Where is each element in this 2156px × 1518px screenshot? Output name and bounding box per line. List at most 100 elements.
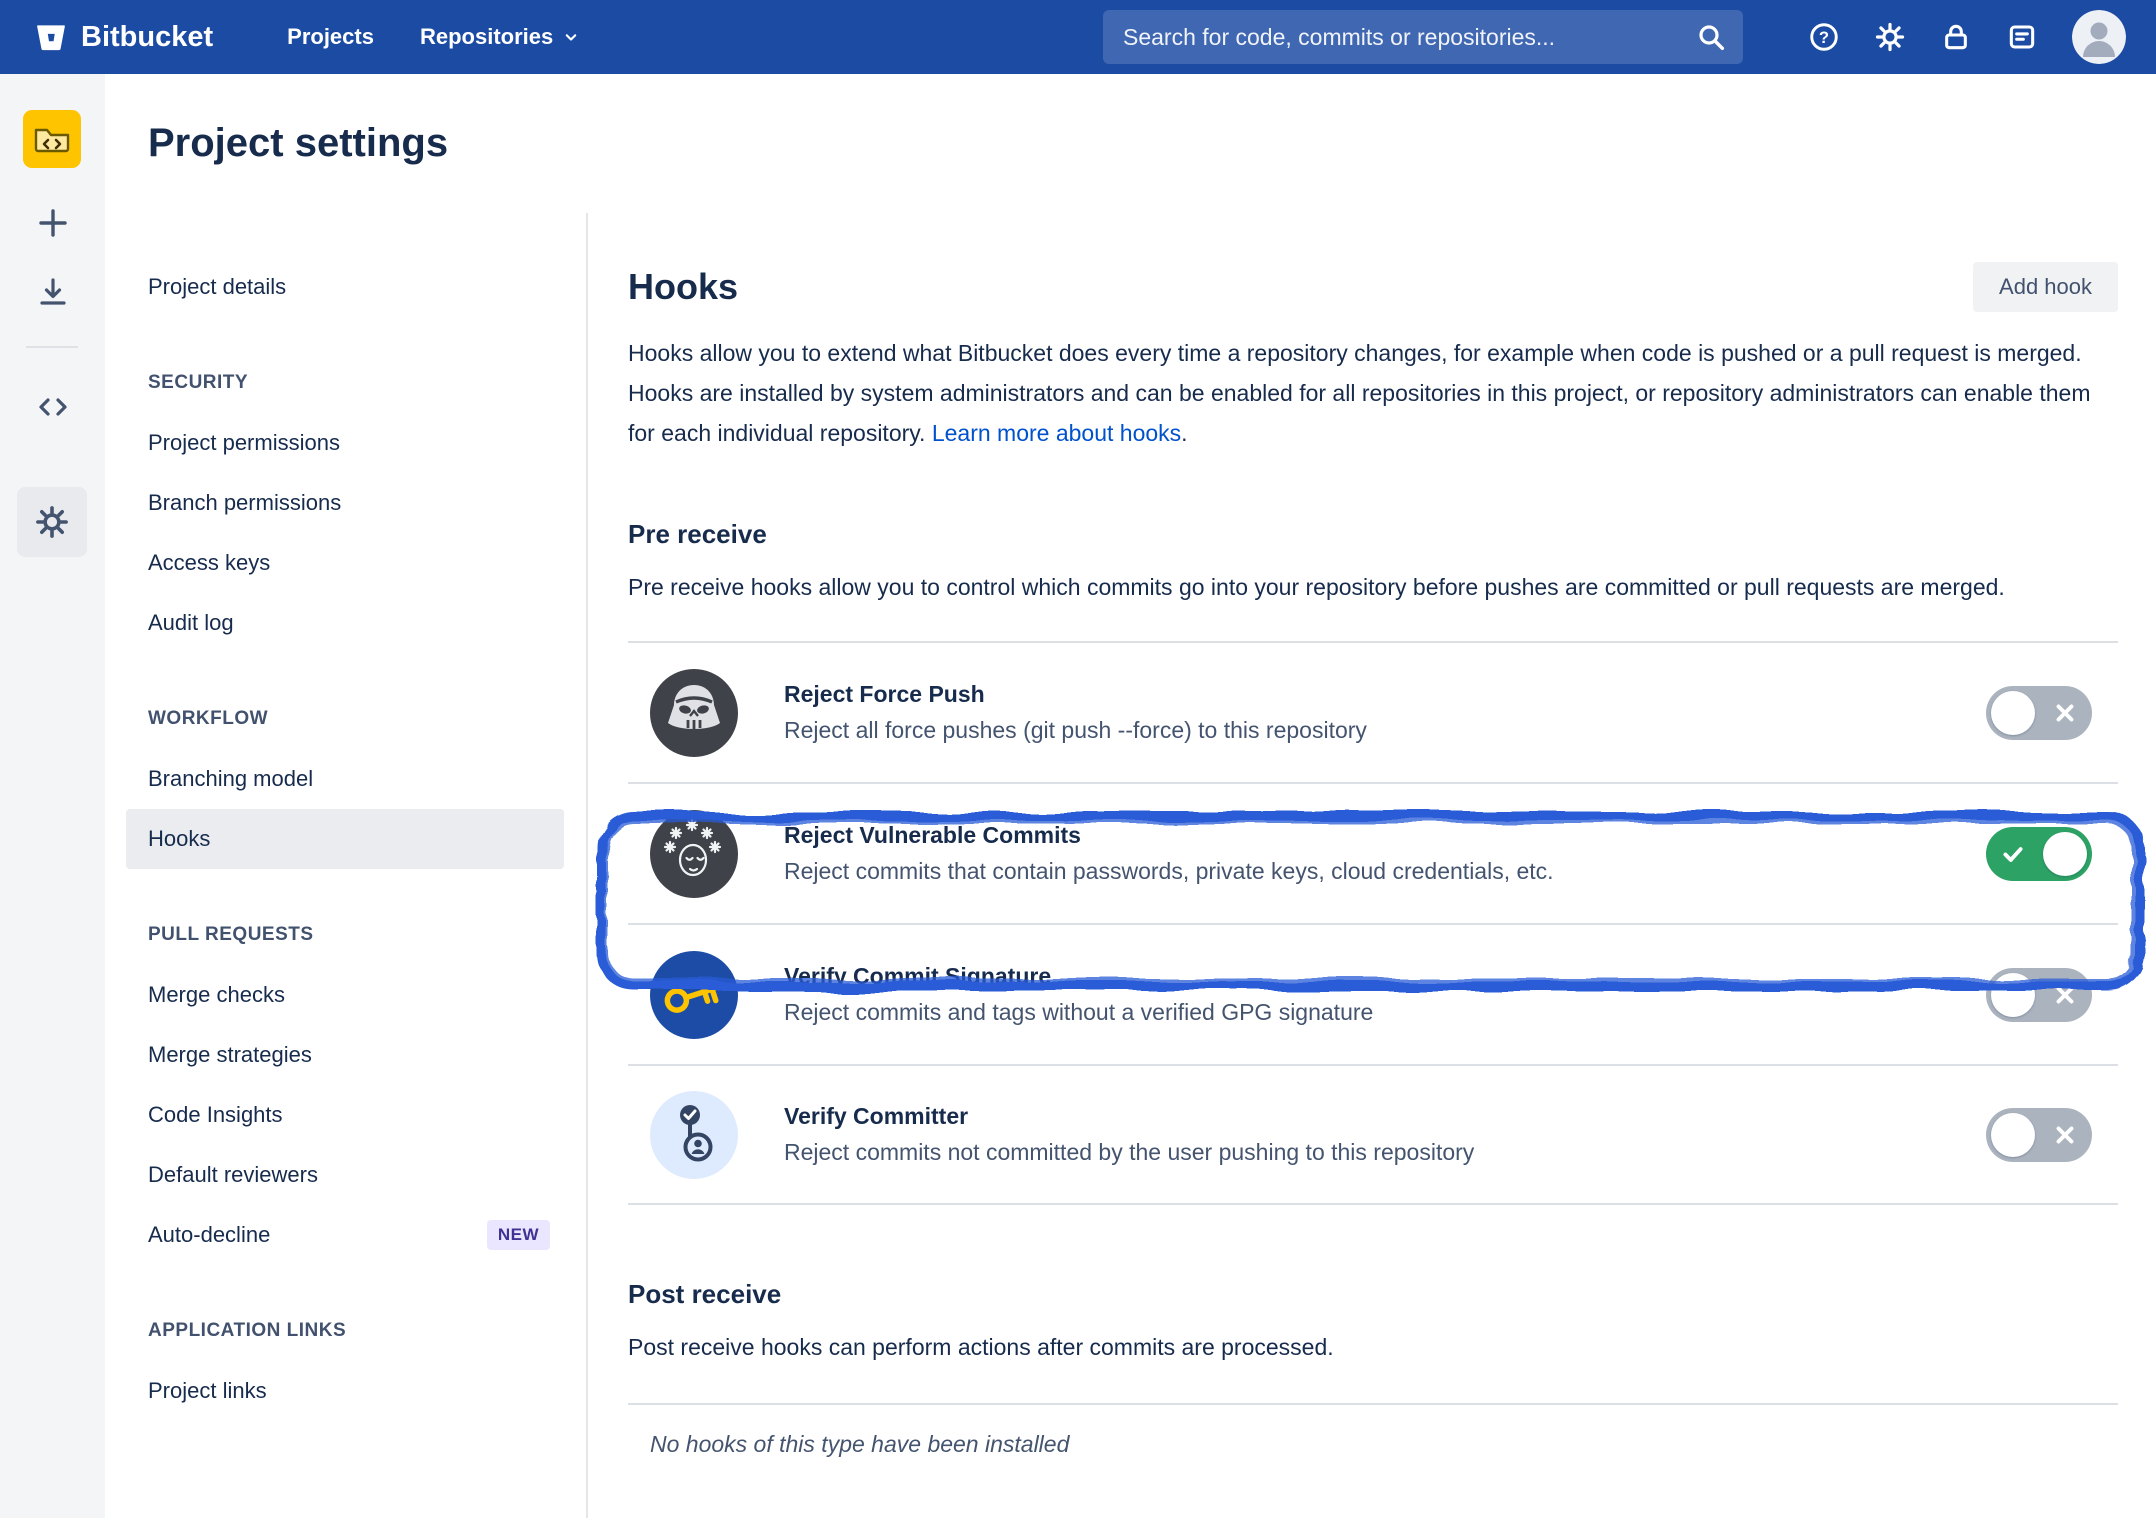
- help-icon[interactable]: ?: [1808, 21, 1840, 53]
- nav-repositories[interactable]: Repositories: [402, 14, 599, 60]
- sidebar-section-pull-requests: PULL REQUESTS: [126, 905, 564, 965]
- toggle-knob: [2043, 832, 2087, 876]
- create-button[interactable]: [0, 206, 105, 240]
- nav-projects[interactable]: Projects: [269, 14, 392, 60]
- navbar-icons: ?: [1808, 0, 2126, 74]
- nav-projects-label: Projects: [287, 24, 374, 50]
- check-icon: [2000, 841, 2026, 867]
- hooks-header: Hooks Add hook: [628, 259, 2118, 315]
- avatar-icon: [2072, 10, 2126, 64]
- search-input[interactable]: [1123, 24, 1695, 51]
- hook-row-verify-committer: Verify Committer Reject commits not comm…: [628, 1064, 2118, 1205]
- sidebar-item-project-details[interactable]: Project details: [126, 257, 564, 317]
- sidebar-item-default-reviewers[interactable]: Default reviewers: [126, 1145, 564, 1205]
- hook-row-reject-vulnerable-commits: Reject Vulnerable Commits Reject commits…: [628, 782, 2118, 923]
- settings-button-active[interactable]: [17, 487, 87, 557]
- svg-text:?: ?: [1819, 28, 1829, 47]
- nav-repositories-label: Repositories: [420, 24, 553, 50]
- hook-description: Reject commits that contain passwords, p…: [784, 858, 1554, 885]
- add-hook-button[interactable]: Add hook: [1973, 262, 2118, 312]
- sidebar-item-hooks[interactable]: Hooks: [126, 809, 564, 869]
- x-icon: [2052, 700, 2078, 726]
- hook-text: Verify Commit Signature Reject commits a…: [784, 963, 1373, 1026]
- sidebar-item-branch-permissions[interactable]: Branch permissions: [126, 473, 564, 533]
- user-avatar[interactable]: [2072, 10, 2126, 64]
- settings-sidebar: Project details SECURITY Project permiss…: [105, 213, 588, 1518]
- post-receive-description: Post receive hooks can perform actions a…: [628, 1327, 2118, 1367]
- hook-text: Reject Force Push Reject all force pushe…: [784, 681, 1367, 744]
- pre-receive-title: Pre receive: [628, 517, 2118, 551]
- hook-title: Verify Commit Signature: [784, 963, 1373, 990]
- verify-committer-toggle[interactable]: [1986, 1108, 2092, 1162]
- new-badge: NEW: [487, 1220, 550, 1250]
- feedback-icon[interactable]: [2006, 21, 2038, 53]
- hook-description: Reject all force pushes (git push --forc…: [784, 717, 1367, 744]
- hooks-intro-text: Hooks allow you to extend what Bitbucket…: [628, 340, 2091, 446]
- sidebar-item-audit-log[interactable]: Audit log: [126, 593, 564, 653]
- gear-icon[interactable]: [1874, 21, 1906, 53]
- toggle-knob: [1991, 973, 2035, 1017]
- chevron-down-icon: [561, 27, 581, 47]
- download-button[interactable]: [0, 275, 105, 309]
- hook-title: Reject Force Push: [784, 681, 1367, 708]
- post-receive-title: Post receive: [628, 1277, 2118, 1311]
- page-title: Project settings: [148, 121, 448, 166]
- key-icon: [650, 951, 738, 1039]
- sidebar-item-branching-model[interactable]: Branching model: [126, 749, 564, 809]
- hooks-title: Hooks: [628, 266, 738, 308]
- global-search[interactable]: [1103, 10, 1743, 64]
- download-icon: [36, 275, 70, 309]
- sidebar-item-project-permissions[interactable]: Project permissions: [126, 413, 564, 473]
- toggle-knob: [1991, 1113, 2035, 1157]
- rail-divider: [26, 346, 78, 348]
- hook-title: Reject Vulnerable Commits: [784, 822, 1554, 849]
- face-stars-icon: [650, 810, 738, 898]
- pre-receive-hook-list: Reject Force Push Reject all force pushe…: [628, 641, 2118, 1205]
- hooks-intro-period: .: [1181, 420, 1187, 446]
- x-icon: [2052, 1122, 2078, 1148]
- toggle-knob: [1991, 691, 2035, 735]
- hook-description: Reject commits and tags without a verifi…: [784, 999, 1373, 1026]
- search-icon[interactable]: [1695, 21, 1727, 53]
- pre-receive-description: Pre receive hooks allow you to control w…: [628, 567, 2118, 607]
- navbar-links: Projects Repositories: [269, 14, 599, 60]
- sidebar-item-auto-decline[interactable]: Auto-decline NEW: [126, 1205, 564, 1265]
- lock-icon[interactable]: [1940, 21, 1972, 53]
- reject-vulnerable-commits-toggle[interactable]: [1986, 827, 2092, 881]
- hook-text: Reject Vulnerable Commits Reject commits…: [784, 822, 1554, 885]
- reject-force-push-toggle[interactable]: [1986, 686, 2092, 740]
- hook-description: Reject commits not committed by the user…: [784, 1139, 1474, 1166]
- sidebar-item-project-links[interactable]: Project links: [126, 1361, 564, 1421]
- empty-state-text: No hooks of this type have been installe…: [650, 1431, 2118, 1458]
- top-navbar: Bitbucket Projects Repositories ?: [0, 0, 2156, 74]
- hook-row-verify-commit-signature: Verify Commit Signature Reject commits a…: [628, 923, 2118, 1064]
- plus-icon: [36, 206, 70, 240]
- hook-text: Verify Committer Reject commits not comm…: [784, 1103, 1474, 1166]
- sidebar-section-security: SECURITY: [126, 353, 564, 413]
- sidebar-item-access-keys[interactable]: Access keys: [126, 533, 564, 593]
- committer-icon: [650, 1091, 738, 1179]
- brand-label: Bitbucket: [81, 21, 213, 54]
- page-header: Project settings: [148, 74, 448, 213]
- post-receive-empty: No hooks of this type have been installe…: [628, 1403, 2118, 1458]
- bitbucket-logo-icon: [34, 20, 68, 54]
- project-avatar-icon: [23, 110, 81, 168]
- sidebar-section-workflow: WORKFLOW: [126, 689, 564, 749]
- learn-more-link[interactable]: Learn more about hooks: [932, 420, 1181, 446]
- sidebar-item-merge-strategies[interactable]: Merge strategies: [126, 1025, 564, 1085]
- sidebar-item-label: Auto-decline: [148, 1222, 270, 1248]
- verify-commit-signature-toggle[interactable]: [1986, 968, 2092, 1022]
- project-avatar[interactable]: [23, 110, 81, 168]
- hook-title: Verify Committer: [784, 1103, 1474, 1130]
- code-icon: [36, 390, 70, 424]
- sidebar-item-code-insights[interactable]: Code Insights: [126, 1085, 564, 1145]
- x-icon: [2052, 982, 2078, 1008]
- settings-gear-icon: [34, 504, 70, 540]
- hooks-intro: Hooks allow you to extend what Bitbucket…: [628, 333, 2118, 453]
- app-rail: [0, 74, 105, 1518]
- sidebar-section-application-links: APPLICATION LINKS: [126, 1301, 564, 1361]
- bitbucket-brand[interactable]: Bitbucket: [34, 20, 213, 54]
- code-button[interactable]: [0, 390, 105, 424]
- hook-row-reject-force-push: Reject Force Push Reject all force pushe…: [628, 641, 2118, 782]
- sidebar-item-merge-checks[interactable]: Merge checks: [126, 965, 564, 1025]
